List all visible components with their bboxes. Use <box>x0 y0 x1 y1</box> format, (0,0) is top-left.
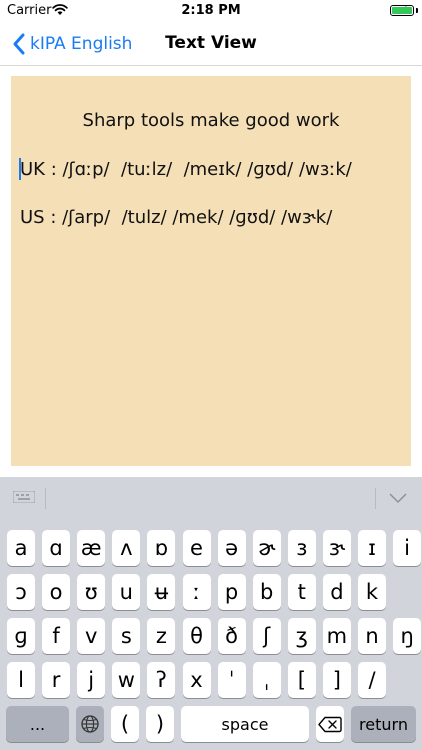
dismiss-keyboard-icon[interactable] <box>388 491 408 505</box>
ipa-key[interactable]: k <box>358 574 386 610</box>
ipa-key[interactable]: ɝ <box>322 530 351 566</box>
ipa-key[interactable]: m <box>322 618 351 654</box>
ipa-key[interactable]: z <box>147 618 176 654</box>
delete-key[interactable] <box>316 706 344 742</box>
space-key[interactable]: space <box>181 706 309 742</box>
battery-charging-icon <box>390 5 414 16</box>
dots-key[interactable]: ... <box>6 706 69 742</box>
return-key[interactable]: return <box>351 706 416 742</box>
ipa-key[interactable]: t <box>287 574 316 610</box>
ipa-key[interactable]: o <box>42 574 71 610</box>
text-line-us: US : /ʃarp/ /tulz/ /mek/ /ɡʊd/ /wɝk/ <box>20 207 333 228</box>
ipa-key[interactable]: / <box>358 662 386 698</box>
delete-backspace-icon <box>318 716 342 732</box>
ipa-key[interactable]: ˈ <box>217 662 246 698</box>
toolbar-separator <box>375 488 376 509</box>
paren-open-key[interactable]: ( <box>111 706 139 742</box>
ipa-key[interactable]: u <box>112 574 141 610</box>
ipa-key[interactable]: ʔ <box>147 662 176 698</box>
ipa-key[interactable]: æ <box>77 530 106 566</box>
ipa-key[interactable]: θ <box>182 618 211 654</box>
text-line-uk: UK : /ʃɑːp/ /tuːlz/ /meɪk/ /ɡʊd/ /wɜːk/ <box>20 159 352 180</box>
ipa-key[interactable]: j <box>77 662 106 698</box>
ipa-key[interactable]: p <box>217 574 246 610</box>
navigation-bar: kIPA English Text View <box>0 22 422 66</box>
keyboard-toolbar <box>0 477 422 520</box>
ipa-key[interactable]: w <box>112 662 141 698</box>
text-view[interactable]: Sharp tools make good work UK : /ʃɑːp/ /… <box>11 76 411 466</box>
status-time: 2:18 PM <box>181 3 241 18</box>
ipa-key[interactable]: ɑ <box>42 530 71 566</box>
battery-level <box>392 7 412 14</box>
ipa-key[interactable]: ə <box>217 530 246 566</box>
ipa-keyboard: aɑæʌɒeəɚɜɝɪi ɔoʊuʉːpbtdk ɡfvszθðʃʒmnŋ lrjwʔ… <box>0 477 422 750</box>
status-bar: Carrier 2:18 PM ⚡ <box>0 0 422 22</box>
keyboard-handle-icon[interactable] <box>13 491 35 503</box>
ipa-key[interactable]: ɚ <box>252 530 281 566</box>
ipa-key[interactable]: s <box>112 618 141 654</box>
ipa-key[interactable]: ː <box>182 574 211 610</box>
ipa-key[interactable]: ] <box>322 662 351 698</box>
ipa-key[interactable]: ʃ <box>252 618 281 654</box>
ipa-key[interactable]: ŋ <box>393 618 422 654</box>
ipa-key[interactable]: r <box>42 662 71 698</box>
ipa-key[interactable]: ð <box>217 618 246 654</box>
ipa-key[interactable]: a <box>7 530 35 566</box>
globe-key[interactable] <box>76 706 104 742</box>
ipa-key[interactable]: ʉ <box>147 574 176 610</box>
ipa-key[interactable]: b <box>252 574 281 610</box>
ipa-key[interactable]: i <box>393 530 422 566</box>
ipa-key[interactable]: ʊ <box>77 574 106 610</box>
battery-tip <box>416 8 418 13</box>
toolbar-separator <box>45 488 46 509</box>
paren-close-key[interactable]: ) <box>146 706 174 742</box>
ipa-key[interactable]: e <box>182 530 211 566</box>
ipa-key[interactable]: x <box>182 662 211 698</box>
ipa-key[interactable]: l <box>7 662 35 698</box>
ipa-key[interactable]: ɔ <box>7 574 35 610</box>
ipa-key[interactable]: n <box>358 618 386 654</box>
ipa-key[interactable]: ɡ <box>7 618 35 654</box>
page-title: Text View <box>165 33 257 53</box>
ipa-key[interactable]: f <box>42 618 71 654</box>
globe-icon <box>81 715 99 733</box>
ipa-key[interactable]: ɜ <box>287 530 316 566</box>
ipa-key[interactable]: ʒ <box>287 618 316 654</box>
ipa-key[interactable]: ˌ <box>252 662 281 698</box>
ipa-key[interactable]: v <box>77 618 106 654</box>
ipa-key[interactable]: ɒ <box>147 530 176 566</box>
ipa-key[interactable]: ʌ <box>112 530 141 566</box>
ipa-key[interactable]: ɪ <box>358 530 386 566</box>
ipa-key[interactable]: [ <box>287 662 316 698</box>
ipa-key[interactable]: d <box>322 574 351 610</box>
text-line-sentence: Sharp tools make good work <box>82 110 340 131</box>
